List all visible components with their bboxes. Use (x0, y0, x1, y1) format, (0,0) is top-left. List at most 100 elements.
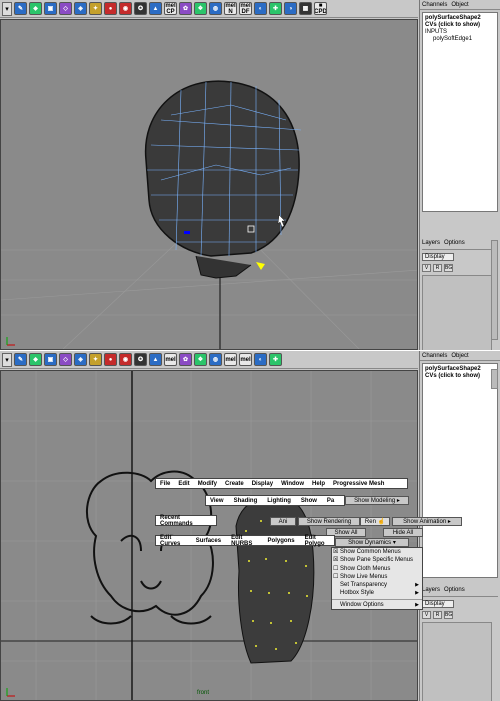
shelf-tool-icon[interactable]: ◑ (284, 2, 297, 15)
shelf-tool-icon[interactable]: ◐ (254, 353, 267, 366)
layer-display-dropdown[interactable]: Display (422, 253, 454, 261)
show-animation-button[interactable]: Show Animation ▸ (392, 517, 462, 526)
shelf-tool-icon[interactable]: ● (104, 353, 117, 366)
shelf-tool-icon[interactable]: ▲ (149, 353, 162, 366)
shape-node-name[interactable]: polySurfaceShape2 (425, 366, 495, 373)
shelf-tool-icon[interactable]: ◈ (74, 2, 87, 15)
layer-list[interactable] (422, 622, 492, 701)
tab-layers[interactable]: Layers (422, 240, 440, 249)
hotbox-menu-edit-nurbs[interactable]: Edit NURBS (231, 535, 257, 547)
hotbox-menu-edit-curves[interactable]: Edit Curves (160, 535, 186, 547)
menu-item-set-transparency[interactable]: Set Transparency (332, 581, 422, 590)
layer-visible-button[interactable]: V (422, 611, 431, 619)
shelf-tool-icon[interactable]: ✚ (269, 2, 282, 15)
layer-display-dropdown[interactable]: Display (422, 600, 454, 608)
shelf-tool-icon[interactable]: ✪ (134, 353, 147, 366)
hotbox-menu-view[interactable]: View (210, 498, 224, 504)
mel-script-icon[interactable]: mel N (224, 2, 237, 15)
mel-script-icon[interactable]: mel (224, 353, 237, 366)
hotbox-menu-help[interactable]: Help (312, 481, 325, 487)
hotbox-main-menus: File Edit Modify Create Display Window H… (155, 478, 408, 489)
shelf-tool-icon[interactable]: ✦ (89, 353, 102, 366)
tab-options[interactable]: Options (444, 587, 465, 596)
shelf-tool-icon[interactable]: ✪ (134, 2, 147, 15)
layer-list[interactable] (422, 275, 492, 350)
shelf-tool-icon[interactable]: ✿ (179, 2, 192, 15)
menu-item-show-pane-specific-menus[interactable]: Show Pane Specific Menus (332, 556, 422, 565)
shelf-tool-icon[interactable]: ◆ (29, 353, 42, 366)
menu-item-hotbox-style[interactable]: Hotbox Style (332, 589, 422, 598)
cvs-toggle[interactable]: CVs (click to show) (425, 22, 495, 29)
menu-item-show-cloth-menus[interactable]: Show Cloth Menus (332, 565, 422, 574)
mel-script-icon[interactable]: mel (164, 353, 177, 366)
shelf-tool-icon[interactable]: ◇ (59, 353, 72, 366)
hotbox-menu-lighting[interactable]: Lighting (267, 498, 291, 504)
input-node[interactable]: polySoftEdge1 (425, 36, 495, 43)
hotbox-menu-edit[interactable]: Edit (178, 481, 189, 487)
hotbox-menu-modify[interactable]: Modify (198, 481, 217, 487)
hide-all-button[interactable]: Hide All (383, 528, 423, 537)
shelf-tool-icon[interactable]: ▲ (149, 2, 162, 15)
layer-scrollbar[interactable] (491, 240, 498, 340)
shelf-tool-icon[interactable]: ✚ (269, 353, 282, 366)
shelf-tool-icon[interactable]: ▣ (44, 2, 57, 15)
shelf-tool-icon[interactable]: ◍ (209, 2, 222, 15)
menu-item-show-live-menus[interactable]: Show Live Menus (332, 573, 422, 582)
shelf-tool-icon[interactable]: ✿ (179, 353, 192, 366)
hotbox-menu-shading[interactable]: Shading (234, 498, 258, 504)
shelf-tool-icon[interactable]: ▣ (44, 353, 57, 366)
head-mesh[interactable] (144, 80, 302, 279)
hotbox-menu-show[interactable]: Show (301, 498, 317, 504)
cpd-icon[interactable]: ■ CPD (314, 2, 327, 15)
menu-item-window-options[interactable]: Window Options (332, 601, 422, 610)
recent-commands-button[interactable]: Recent Commands (155, 515, 217, 527)
mel-script-icon[interactable]: mel (239, 353, 252, 366)
mel-script-icon[interactable]: mel CP (164, 2, 177, 15)
shelf-tool-icon[interactable]: ● (104, 2, 117, 15)
layer-bg-button[interactable]: BG (444, 611, 453, 619)
perspective-viewport[interactable] (0, 19, 418, 350)
cvs-toggle[interactable]: CVs (click to show) (425, 373, 495, 380)
hotbox-menu-edit-polygons[interactable]: Edit Polygo (305, 535, 330, 547)
hotbox-menu-file[interactable]: File (160, 481, 170, 487)
hotbox-menu-window[interactable]: Window (281, 481, 304, 487)
shelf-tool-icon[interactable]: ◍ (209, 353, 222, 366)
layer-render-button[interactable]: R (433, 264, 442, 272)
layer-bg-button[interactable]: BG (444, 264, 453, 272)
hotbox-menu-panels[interactable]: Pa (327, 498, 334, 504)
hotbox-menu-polygons[interactable]: Polygons (268, 538, 295, 544)
show-modeling-button[interactable]: Show Modeling ▸ (345, 496, 409, 505)
shelf-menu-arrow-icon[interactable]: ▾ (2, 1, 12, 16)
tab-layers[interactable]: Layers (422, 587, 440, 596)
shelf-tool-icon[interactable]: ◈ (74, 353, 87, 366)
shelf-tool-icon[interactable]: ◉ (119, 353, 132, 366)
tab-channels[interactable]: Channels (422, 353, 447, 360)
show-rendering-button[interactable]: Show Rendering (298, 517, 360, 526)
tab-channels[interactable]: Channels (422, 2, 447, 9)
shelf-tool-icon[interactable]: ◇ (59, 2, 72, 15)
mel-script-icon[interactable]: mel DF (239, 2, 252, 15)
shelf-tool-icon[interactable]: ✦ (89, 2, 102, 15)
hotbox-menu-display[interactable]: Display (252, 481, 273, 487)
hotbox-menu-surfaces[interactable]: Surfaces (196, 538, 221, 544)
tab-options[interactable]: Options (444, 240, 465, 249)
shape-node-name[interactable]: polySurfaceShape2 (425, 15, 495, 22)
shelf-tool-icon[interactable]: ◉ (119, 2, 132, 15)
shelf-tool-icon[interactable]: ❖ (194, 353, 207, 366)
shelf-menu-arrow-icon[interactable]: ▾ (2, 352, 12, 367)
tab-object[interactable]: Object (451, 353, 468, 360)
menu-item-show-common-menus[interactable]: Show Common Menus (332, 548, 422, 557)
shelf-tool-icon[interactable]: ✎ (14, 2, 27, 15)
shelf-tool-icon[interactable]: ▦ (299, 2, 312, 15)
shelf-tool-icon[interactable]: ◐ (254, 2, 267, 15)
hotbox-menu-create[interactable]: Create (225, 481, 244, 487)
layer-visible-button[interactable]: V (422, 264, 431, 272)
shelf-tool-icon[interactable]: ❖ (194, 2, 207, 15)
show-dynamics-button[interactable]: Show Dynamics ▾ (335, 538, 409, 547)
channel-scrollbar[interactable] (491, 369, 498, 389)
shelf-tool-icon[interactable]: ✎ (14, 353, 27, 366)
layer-render-button[interactable]: R (433, 611, 442, 619)
tab-object[interactable]: Object (451, 2, 468, 9)
shelf-tool-icon[interactable]: ◆ (29, 2, 42, 15)
hotbox-menu-progressive-mesh[interactable]: Progressive Mesh (333, 481, 384, 487)
